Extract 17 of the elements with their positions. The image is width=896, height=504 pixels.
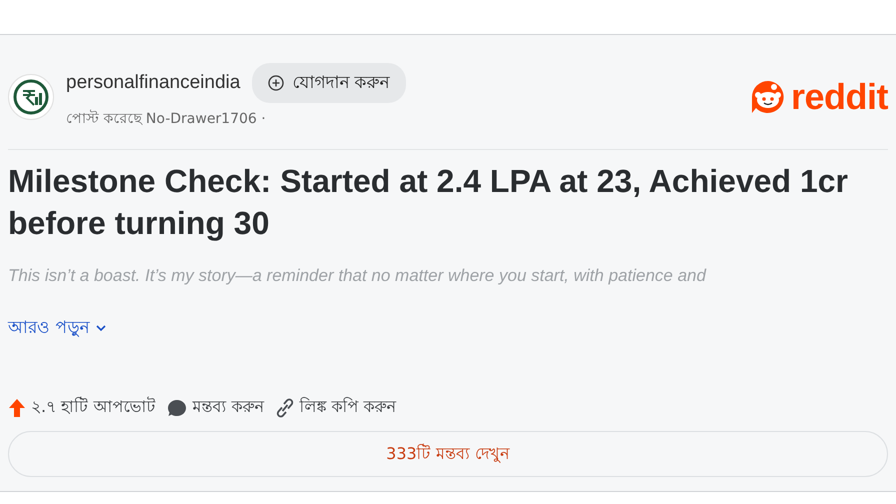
brand-wordmark: reddit <box>790 76 888 118</box>
join-button[interactable]: যোগদান করুন <box>252 63 406 103</box>
speech-bubble-icon <box>167 398 188 418</box>
post-title: Milestone Check: Started at 2.4 LPA at 23, Achieved 1cr before turning 30 <box>8 162 849 243</box>
link-icon <box>276 398 294 418</box>
link-button[interactable]: লিঙ্ক কপি করুন <box>276 394 397 421</box>
post-author: পোস্ট করেছে No-Drawer1706 · <box>66 108 267 129</box>
community-name[interactable]: personalfinanceindia <box>66 72 240 94</box>
read-more-link[interactable]: আরও পড়ুন <box>8 314 108 342</box>
comment-button[interactable]: মন্তব্য করুন <box>167 394 264 421</box>
upvote-button[interactable]: ২.৭ হাটি আপভোট <box>8 394 156 421</box>
post-excerpt: This isn’t a boast. It’s my story—a reminder that no matter where you start, with patience and <box>8 266 708 286</box>
upvote-icon <box>8 398 26 418</box>
community-avatar[interactable] <box>8 74 54 120</box>
view-comments-button[interactable]: 333টি মন্তব্য দেখুন <box>8 431 888 477</box>
chevron-down-icon <box>95 324 108 332</box>
plus-icon <box>268 75 284 91</box>
